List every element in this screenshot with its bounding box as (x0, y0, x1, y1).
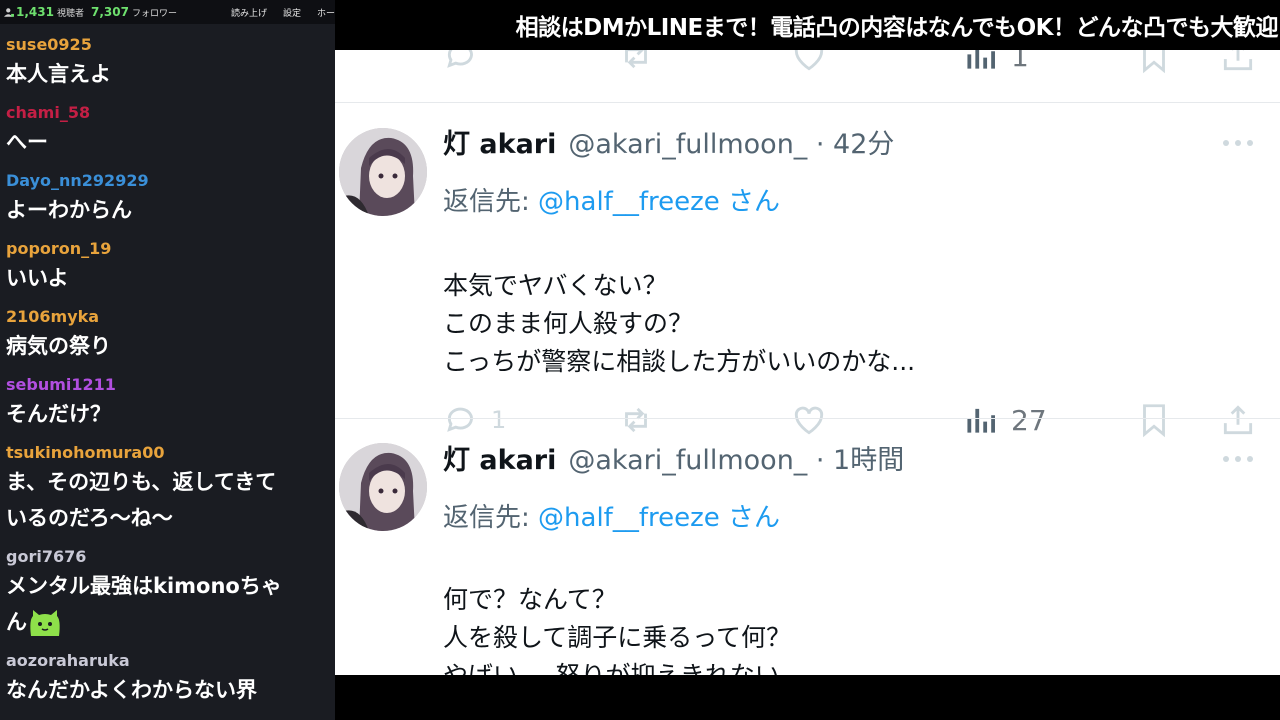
display-name[interactable]: 灯 akari (443, 122, 556, 161)
chat-text-line: 病気の祭り (6, 334, 111, 358)
chat-text: ん (6, 604, 331, 640)
tweet-feed: 1 灯 akari @akari_fullmoon_ · 42分 返信先: @h… (335, 50, 1280, 675)
chat-message: tsukinohomura00 ま、その辺りも、返してきて いるのだろ～ね～ (6, 442, 331, 536)
chat-text: なんだかよくわからない界 (6, 672, 331, 708)
chat-text-line: いいよ (6, 266, 69, 290)
chat-text: そんだけ？ (6, 396, 331, 432)
chat-text: ま、その辺りも、返してきて (6, 464, 331, 500)
tweet-line: 本気でヤバくない？ (443, 271, 668, 300)
chat-panel: 1,431 視聴者 7,307 フォロワー 読み上げ 設定 ホー suse092… (0, 0, 335, 720)
avatar[interactable] (339, 443, 427, 531)
tweet-header: 灯 akari @akari_fullmoon_ · 1時間 (443, 437, 904, 477)
bookmark-button[interactable] (1135, 50, 1173, 76)
tweet-line: 何で？なんて？ (443, 585, 617, 614)
prev-tweet-actions: 1 (335, 50, 1280, 76)
chat-text: よーわからん (6, 192, 331, 228)
chat-message: suse0925 本人言えよ (6, 34, 331, 92)
chat-username[interactable]: Dayo_nn292929 (6, 170, 331, 192)
tweet-line: このまま何人殺すの？ (443, 309, 694, 338)
settings-button[interactable]: 設定 (283, 6, 301, 19)
chat-username[interactable]: poporon_19 (6, 238, 331, 260)
chat-message: poporon_19 いいよ (6, 238, 331, 296)
chat-text-line: そんだけ？ (6, 402, 111, 426)
chat-username[interactable]: tsukinohomura00 (6, 442, 331, 464)
tweet-card[interactable]: 灯 akari @akari_fullmoon_ · 42分 返信先: @hal… (335, 103, 1280, 438)
reply-to-mention[interactable]: @half__freeze さん (538, 503, 780, 533)
banner-text: 相談はDMかLINEまで！電話凸の内容はなんでもOK！どんな凸でも大歓迎 (515, 15, 1279, 41)
chat-text-line: メンタル最強はkimonoちゃ (6, 574, 282, 598)
avatar[interactable] (339, 128, 427, 216)
like-icon (794, 50, 824, 71)
share-icon (1223, 50, 1253, 71)
viewers-label: 視聴者 (56, 8, 84, 19)
chat-message-list: suse0925 本人言えよ chami_58 へー Dayo_nn292929 よーわか… (6, 34, 331, 718)
views-icon (967, 50, 995, 69)
tweet-body: 本気でヤバくない？ このまま何人殺すの？ こっちが警察に相談した方がいいのかな.… (443, 267, 915, 381)
chat-username[interactable]: sebumi1211 (6, 374, 331, 396)
tweet-line: こっちが警察に相談した方がいいのかな... (443, 347, 916, 376)
reply-to-mention[interactable]: @half__freeze さん (538, 187, 780, 217)
chat-username[interactable]: 2106myka (6, 306, 331, 328)
chat-text: メンタル最強はkimonoちゃ (6, 568, 331, 604)
chat-text-line: へー (6, 130, 48, 154)
avatar-image (339, 128, 427, 216)
viewers-icon (4, 7, 14, 17)
chat-text: 本人言えよ (6, 56, 331, 92)
tweet-line: 人を殺して調子に乗るって何？ (443, 623, 792, 652)
chat-username[interactable]: suse0925 (6, 34, 331, 56)
tweet-line: やばい、、怒りが抑えきれない (443, 657, 791, 675)
bottom-bar (335, 675, 1280, 720)
chat-username[interactable]: aozoraharuka (6, 650, 331, 672)
chat-text: いいよ (6, 260, 331, 296)
views-count: 1 (1011, 50, 1029, 73)
handle-time[interactable]: @akari_fullmoon_ · 1時間 (568, 438, 904, 477)
cat-emote (30, 610, 60, 636)
read-aloud-button[interactable]: 読み上げ (231, 6, 267, 19)
reply-to-label: 返信先: (443, 503, 539, 533)
followers-label: フォロワー (131, 8, 177, 19)
handle-time[interactable]: @akari_fullmoon_ · 42分 (568, 122, 894, 161)
display-name[interactable]: 灯 akari (443, 438, 556, 477)
chat-message: gori7676 メンタル最強はkimonoちゃん (6, 546, 331, 640)
chat-text-line: ま、その辺りも、返してきて (6, 470, 277, 494)
tweet-header: 灯 akari @akari_fullmoon_ · 42分 (443, 121, 894, 161)
more-icon[interactable] (1220, 133, 1256, 153)
bookmark-icon (1143, 50, 1165, 74)
like-button[interactable] (790, 50, 828, 76)
reply-to-line: 返信先: @half__freeze さん (443, 181, 780, 218)
chat-text-line: 本人言えよ (6, 62, 111, 86)
chat-text-line: よーわからん (6, 198, 132, 222)
chat-text-line: ん (6, 610, 27, 634)
chat-message: 2106myka 病気の祭り (6, 306, 331, 364)
reply-icon (447, 50, 473, 68)
chat-text: へー (6, 124, 331, 160)
chat-topbar: 1,431 視聴者 7,307 フォロワー 読み上げ 設定 ホー (0, 0, 335, 24)
chat-message: sebumi1211 そんだけ？ (6, 374, 331, 432)
more-icon[interactable] (1220, 449, 1256, 469)
avatar-image (339, 443, 427, 531)
stream-banner: 相談はDMかLINEまで！電話凸の内容はなんでもOK！どんな凸でも大歓迎 (335, 0, 1280, 50)
chat-message: chami_58 へー (6, 102, 331, 160)
followers-count: 7,307 (90, 5, 129, 19)
chat-message: aozoraharuka なんだかよくわからない界 (6, 650, 331, 708)
reply-to-line: 返信先: @half__freeze さん (443, 497, 780, 534)
tweet-card[interactable]: 灯 akari @akari_fullmoon_ · 1時間 返信先: @hal… (335, 419, 1280, 675)
viewers-count: 1,431 (15, 5, 54, 19)
views-button[interactable]: 1 (963, 50, 1029, 76)
home-button[interactable]: ホー (317, 6, 335, 19)
chat-text: いるのだろ～ね～ (6, 500, 331, 536)
chat-text: 病気の祭り (6, 328, 331, 364)
reply-to-label: 返信先: (443, 187, 539, 217)
reply-button[interactable] (443, 50, 481, 76)
chat-text-line: なんだかよくわからない界 (6, 678, 257, 702)
retweet-button[interactable] (617, 50, 655, 76)
retweet-icon (625, 50, 647, 69)
chat-username[interactable]: gori7676 (6, 546, 331, 568)
chat-message: Dayo_nn292929 よーわからん (6, 170, 331, 228)
tweet-body: 何で？なんて？ 人を殺して調子に乗るって何？ やばい、、怒りが抑えきれない (443, 581, 791, 675)
share-button[interactable] (1219, 50, 1257, 76)
chat-text-line: いるのだろ～ね～ (6, 506, 173, 530)
chat-username[interactable]: chami_58 (6, 102, 331, 124)
